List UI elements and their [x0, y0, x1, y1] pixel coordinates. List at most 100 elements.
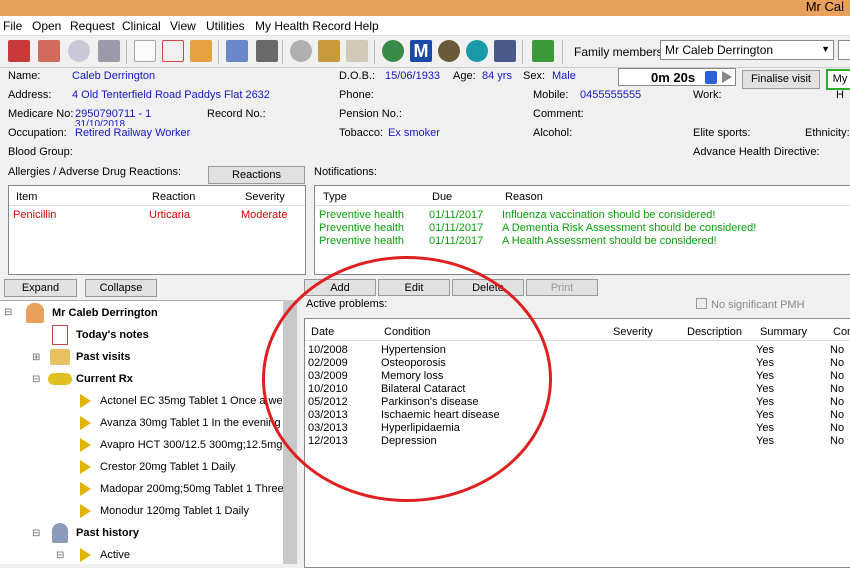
family-members-select[interactable]: Mr Caleb Derrington ▼ [660, 40, 834, 60]
panel-splitter[interactable] [283, 300, 297, 564]
problems-col-description[interactable]: Description [687, 326, 742, 338]
my-health-record-button[interactable]: My H [826, 69, 850, 101]
tree-active[interactable]: Active [100, 549, 130, 561]
tree-past-visits[interactable]: Past visits [76, 351, 130, 363]
calendar-icon[interactable] [38, 40, 60, 62]
document-icon[interactable] [134, 40, 156, 62]
menu-request[interactable]: Request [70, 19, 115, 33]
tree-rx-item[interactable]: Monodur 120mg Tablet 1 Daily [100, 505, 249, 517]
problem-summary: Yes [756, 344, 774, 356]
family-members-extra[interactable] [838, 40, 850, 60]
patient-dob[interactable]: 15/06/1933 [385, 70, 440, 82]
timer-value: 0m 20s [651, 70, 696, 85]
collapse-toggle-icon[interactable]: ⊟ [56, 550, 64, 561]
notifications-col-type[interactable]: Type [323, 191, 347, 203]
no-significant-pmh-checkbox[interactable] [696, 298, 707, 309]
menu-view[interactable]: View [170, 19, 196, 33]
notification-type[interactable]: Preventive health [319, 222, 404, 234]
scales-icon[interactable] [318, 40, 340, 62]
patient-tobacco[interactable]: Ex smoker [388, 127, 440, 139]
exit-door-icon[interactable] [532, 40, 554, 62]
expand-toggle-icon[interactable]: ⊞ [32, 352, 40, 363]
problems-col-con[interactable]: Con [833, 326, 850, 338]
flask-icon[interactable] [226, 40, 248, 62]
toolbar-separator [374, 40, 375, 64]
database-icon[interactable] [494, 40, 516, 62]
allergies-col-reaction[interactable]: Reaction [152, 191, 195, 203]
patient-address[interactable]: 4 Old Tenterfield Road Paddys Flat 2632 [72, 89, 270, 101]
bandage-icon[interactable] [346, 40, 368, 62]
doctor-icon [52, 523, 68, 543]
allergies-table: Item Reaction Severity Penicillin Urtica… [8, 185, 306, 275]
patient-mobile[interactable]: 0455555555 [580, 89, 641, 101]
tree-rx-item[interactable]: Actonel EC 35mg Tablet 1 Once a week [100, 395, 294, 407]
occupation-label: Occupation: [8, 127, 67, 139]
clock-icon[interactable] [68, 40, 90, 62]
alcohol-label: Alcohol: [533, 127, 573, 139]
delete-button[interactable]: Delete [452, 279, 524, 296]
globe-icon[interactable] [382, 40, 404, 62]
menu-utilities[interactable]: Utilities [206, 19, 245, 33]
age-label: Age: [453, 70, 476, 82]
printer-icon[interactable] [98, 40, 120, 62]
collapse-toggle-icon[interactable]: ⊟ [4, 307, 12, 318]
problem-date: 03/2013 [308, 409, 348, 421]
allergy-reaction: Urticaria [149, 209, 190, 221]
reactions-button[interactable]: Reactions [208, 166, 305, 184]
problems-col-condition[interactable]: Condition [384, 326, 430, 338]
menu-clinical[interactable]: Clinical [122, 19, 161, 33]
allergy-item[interactable]: Penicillin [13, 209, 56, 221]
problem-date: 10/2008 [308, 344, 348, 356]
notification-type[interactable]: Preventive health [319, 235, 404, 247]
tree-rx-item[interactable]: Crestor 20mg Tablet 1 Daily [100, 461, 236, 473]
notification-due: 01/11/2017 [429, 222, 484, 234]
menu-file[interactable]: File [3, 19, 22, 33]
notification-type[interactable]: Preventive health [319, 209, 404, 221]
window-title: Mr Cal [805, 0, 844, 14]
tree-rx-item[interactable]: Avapro HCT 300/12.5 300mg;12.5mg Tab [100, 439, 283, 451]
eye-icon[interactable] [466, 40, 488, 62]
allergies-col-severity[interactable]: Severity [245, 191, 285, 203]
tree-todays-notes[interactable]: Today's notes [76, 329, 149, 341]
tree-current-rx[interactable]: Current Rx [76, 373, 133, 385]
tree-past-history[interactable]: Past history [76, 527, 139, 539]
tree-rx-item[interactable]: Avanza 30mg Tablet 1 In the evening [100, 417, 281, 429]
patient-occupation[interactable]: Retired Railway Worker [75, 127, 190, 139]
xray-icon[interactable] [256, 40, 278, 62]
tree-rx-item[interactable]: Madopar 200mg;50mg Tablet 1 Three time [100, 483, 283, 495]
problems-col-date[interactable]: Date [311, 326, 334, 338]
book-icon[interactable] [8, 40, 30, 62]
mims-icon[interactable]: M [410, 40, 432, 62]
prescription-icon[interactable] [162, 40, 184, 62]
problem-date: 02/2009 [308, 357, 348, 369]
menu-my-health-record[interactable]: My Health Record [255, 19, 351, 33]
collapse-toggle-icon[interactable]: ⊟ [32, 528, 40, 539]
notifications-header-row: Type Due Reason [315, 186, 850, 206]
problem-condition: Ischaemic heart disease [381, 409, 500, 421]
allergies-col-item[interactable]: Item [16, 191, 37, 203]
edit-button[interactable]: Edit [378, 279, 450, 296]
tree-patient-name[interactable]: Mr Caleb Derrington [52, 307, 158, 319]
expand-button[interactable]: Expand [4, 279, 77, 297]
visit-timer: 0m 20s [618, 68, 736, 86]
collapse-button[interactable]: Collapse [85, 279, 157, 297]
patient-name[interactable]: Caleb Derrington [72, 70, 155, 82]
add-button[interactable]: Add [304, 279, 376, 296]
patient-sex[interactable]: Male [552, 70, 576, 82]
notifications-col-reason[interactable]: Reason [505, 191, 543, 203]
problem-summary: Yes [756, 383, 774, 395]
graduate-icon[interactable] [438, 40, 460, 62]
stethoscope-icon[interactable] [290, 40, 312, 62]
problems-col-summary[interactable]: Summary [760, 326, 807, 338]
finalise-visit-button[interactable]: Finalise visit [742, 70, 820, 89]
menu-help[interactable]: Help [354, 19, 379, 33]
pill-bottle-icon[interactable] [190, 40, 212, 62]
pause-icon[interactable] [705, 71, 717, 84]
problems-col-severity[interactable]: Severity [613, 326, 653, 338]
play-icon[interactable] [722, 71, 732, 83]
no-significant-pmh-label: No significant PMH [711, 299, 805, 311]
notifications-col-due[interactable]: Due [432, 191, 452, 203]
menu-open[interactable]: Open [32, 19, 61, 33]
collapse-toggle-icon[interactable]: ⊟ [32, 374, 40, 385]
print-button[interactable]: Print [526, 279, 598, 296]
